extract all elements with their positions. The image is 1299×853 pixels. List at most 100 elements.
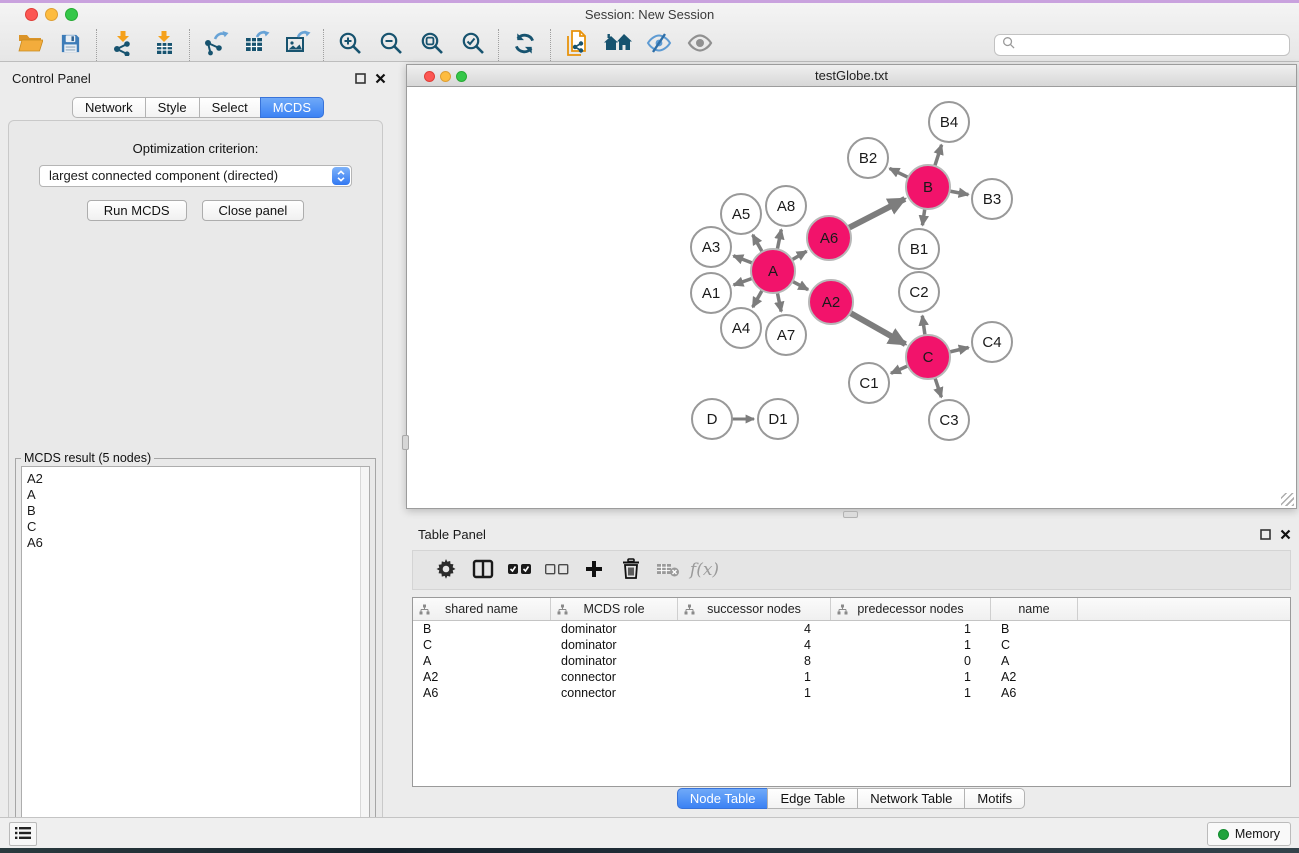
zoom-fit-button[interactable]	[411, 29, 452, 61]
network-canvas[interactable]: B4 B2 B B3 A8A5 A6 A3 B1 A A1 C2 A2 A4 A7 C4 C C1 C3 D D1	[406, 87, 1297, 509]
column-header-predecessor-nodes[interactable]: predecessor nodes	[831, 598, 991, 620]
graph-node-A1[interactable]: A1	[691, 273, 731, 313]
cell-mcds-role: connector	[551, 686, 678, 700]
network-minimize-button[interactable]	[440, 71, 451, 82]
graph-node-A5[interactable]: A5	[721, 194, 761, 234]
refresh-button[interactable]	[504, 29, 545, 61]
mcds-result-scrollbar[interactable]	[360, 467, 369, 852]
graph-node-D1[interactable]: D1	[758, 399, 798, 439]
column-header-shared-name[interactable]: shared name	[413, 598, 551, 620]
graph-node-A3[interactable]: A3	[691, 227, 731, 267]
graph-node-A[interactable]: A	[751, 249, 795, 293]
memory-button[interactable]: Memory	[1207, 822, 1291, 846]
mcds-result-list[interactable]: A2ABCA6	[21, 466, 370, 853]
tab-node-table[interactable]: Node Table	[677, 788, 769, 809]
network-window-titlebar[interactable]: testGlobe.txt	[406, 64, 1297, 87]
zoom-selected-button[interactable]	[452, 29, 493, 61]
mcds-result-item[interactable]: A2	[22, 471, 369, 487]
function-builder-button[interactable]: f(x)	[686, 553, 723, 587]
graph-node-A6[interactable]: A6	[807, 216, 851, 260]
select-all-checkboxes-button[interactable]	[501, 553, 538, 587]
table-row[interactable]: Bdominator41B	[413, 621, 1290, 637]
splitter-handle-vertical[interactable]	[402, 435, 409, 450]
zoom-in-button[interactable]	[329, 29, 370, 61]
add-row-button[interactable]	[575, 553, 612, 587]
deselect-all-checkboxes-button[interactable]	[538, 553, 575, 587]
tab-network[interactable]: Network	[72, 97, 146, 118]
export-image-button[interactable]	[277, 29, 318, 61]
svg-text:A7: A7	[777, 327, 795, 344]
close-panel-icon[interactable]	[375, 73, 386, 84]
import-table-button[interactable]	[143, 29, 184, 61]
network-overview-button[interactable]	[597, 29, 638, 61]
mcds-result-item[interactable]: B	[22, 503, 369, 519]
graph-node-A8[interactable]: A8	[766, 186, 806, 226]
tree-icon	[837, 604, 848, 618]
graph-node-C2[interactable]: C2	[899, 272, 939, 312]
mcds-result-item[interactable]: A	[22, 487, 369, 503]
network-close-button[interactable]	[424, 71, 435, 82]
tab-network-table[interactable]: Network Table	[857, 788, 965, 809]
graph-node-B2[interactable]: B2	[848, 138, 888, 178]
import-network-button[interactable]	[102, 29, 143, 61]
graph-node-C4[interactable]: C4	[972, 322, 1012, 362]
graph-node-B3[interactable]: B3	[972, 179, 1012, 219]
status-bar: Memory	[0, 817, 1299, 848]
task-history-button[interactable]	[9, 822, 37, 846]
close-panel-icon[interactable]	[1280, 529, 1291, 540]
save-session-button[interactable]	[50, 29, 91, 61]
duplicate-network-button[interactable]	[556, 29, 597, 61]
optimization-criterion-label: Optimization criterion:	[9, 141, 382, 156]
minimize-window-button[interactable]	[45, 8, 58, 21]
column-header-successor-nodes[interactable]: successor nodes	[678, 598, 831, 620]
delete-table-icon	[656, 561, 680, 580]
open-session-button[interactable]	[9, 29, 50, 61]
table-row[interactable]: Adominator80A	[413, 653, 1290, 669]
mcds-result-item[interactable]: A6	[22, 535, 369, 551]
delete-rows-button[interactable]	[612, 553, 649, 587]
export-network-button[interactable]	[195, 29, 236, 61]
graph-node-B4[interactable]: B4	[929, 102, 969, 142]
float-panel-icon[interactable]	[1260, 529, 1271, 540]
zoom-out-button[interactable]	[370, 29, 411, 61]
network-graph[interactable]: B4 B2 B B3 A8A5 A6 A3 B1 A A1 C2 A2 A4 A7 C4 C C1 C3 D D1	[407, 87, 1296, 507]
maximize-window-button[interactable]	[65, 8, 78, 21]
graph-node-A4[interactable]: A4	[721, 308, 761, 348]
tab-edge-table[interactable]: Edge Table	[767, 788, 858, 809]
graph-node-B[interactable]: B	[906, 165, 950, 209]
graph-node-B1[interactable]: B1	[899, 229, 939, 269]
float-panel-icon[interactable]	[355, 73, 366, 84]
column-header-mcds-role[interactable]: MCDS role	[551, 598, 678, 620]
tab-mcds[interactable]: MCDS	[260, 97, 324, 118]
mcds-result-item[interactable]: C	[22, 519, 369, 535]
criterion-select[interactable]: largest connected component (directed)	[39, 165, 352, 187]
table-row[interactable]: A6connector11A6	[413, 685, 1290, 701]
graph-node-C[interactable]: C	[906, 335, 950, 379]
splitter-handle-horizontal[interactable]	[843, 511, 858, 518]
tab-select[interactable]: Select	[199, 97, 261, 118]
table-row[interactable]: Cdominator41C	[413, 637, 1290, 653]
graph-node-A2[interactable]: A2	[809, 280, 853, 324]
show-panels-button[interactable]	[679, 29, 720, 61]
settings-gear-button[interactable]	[427, 553, 464, 587]
hide-panels-button[interactable]	[638, 29, 679, 61]
column-label: successor nodes	[707, 602, 801, 616]
graph-node-D[interactable]: D	[692, 399, 732, 439]
network-maximize-button[interactable]	[456, 71, 467, 82]
graph-node-A7[interactable]: A7	[766, 315, 806, 355]
delete-table-button[interactable]	[649, 553, 686, 587]
column-header-name[interactable]: name	[991, 598, 1078, 620]
svg-text:A2: A2	[822, 294, 840, 311]
export-table-button[interactable]	[236, 29, 277, 61]
window-resize-grip[interactable]	[1281, 493, 1294, 506]
search-input[interactable]	[1015, 38, 1282, 52]
close-window-button[interactable]	[25, 8, 38, 21]
graph-node-C3[interactable]: C3	[929, 400, 969, 440]
show-columns-button[interactable]	[464, 553, 501, 587]
close-panel-button[interactable]: Close panel	[202, 200, 305, 221]
run-mcds-button[interactable]: Run MCDS	[87, 200, 187, 221]
table-row[interactable]: A2connector11A2	[413, 669, 1290, 685]
tab-motifs[interactable]: Motifs	[964, 788, 1025, 809]
tab-style[interactable]: Style	[145, 97, 200, 118]
graph-node-C1[interactable]: C1	[849, 363, 889, 403]
